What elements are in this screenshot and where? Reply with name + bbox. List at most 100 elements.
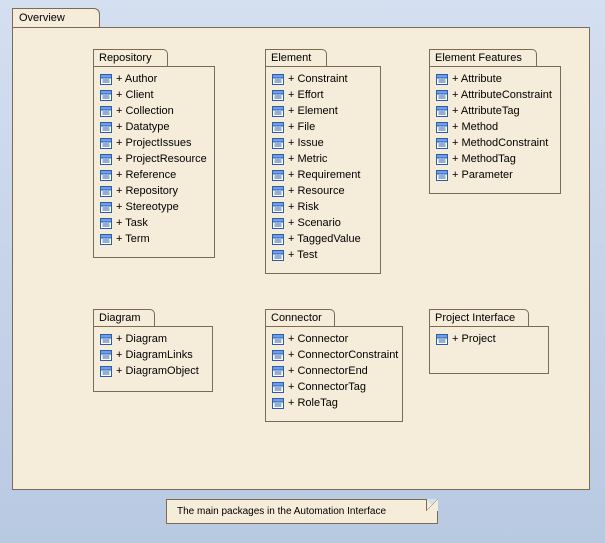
class-label: + TaggedValue <box>288 233 361 245</box>
class-icon <box>272 350 284 361</box>
class-label: + Method <box>452 121 498 133</box>
class-icon <box>272 218 284 229</box>
class-item: + Issue <box>272 135 374 151</box>
class-icon <box>272 398 284 409</box>
class-label: + ProjectIssues <box>116 137 192 149</box>
class-icon <box>272 250 284 261</box>
class-label: + Constraint <box>288 73 348 85</box>
class-label: + MethodConstraint <box>452 137 548 149</box>
class-label: + Stereotype <box>116 201 179 213</box>
class-item: + Repository <box>100 183 208 199</box>
class-label: + File <box>288 121 315 133</box>
overview-tab: Overview <box>12 8 100 28</box>
class-icon <box>100 154 112 165</box>
class-item: + Effort <box>272 87 374 103</box>
class-icon <box>100 218 112 229</box>
class-icon <box>272 202 284 213</box>
class-item: + Scenario <box>272 215 374 231</box>
package-tab-project-interface: Project Interface <box>429 309 529 327</box>
class-icon <box>272 74 284 85</box>
class-icon <box>100 90 112 101</box>
class-item: + ConnectorEnd <box>272 363 396 379</box>
class-item: + Method <box>436 119 554 135</box>
class-label: + MethodTag <box>452 153 516 165</box>
class-label: + DiagramLinks <box>116 349 193 361</box>
class-item: + Attribute <box>436 71 554 87</box>
class-item: + Task <box>100 215 208 231</box>
class-label: + Parameter <box>452 169 513 181</box>
class-item: + AttributeTag <box>436 103 554 119</box>
class-item: + Resource <box>272 183 374 199</box>
class-icon <box>100 138 112 149</box>
overview-panel: Overview Repository + Author + Client + … <box>12 8 590 490</box>
class-icon <box>100 122 112 133</box>
class-icon <box>272 234 284 245</box>
class-icon <box>100 234 112 245</box>
class-label: + AttributeTag <box>452 105 520 117</box>
package-body-diagram: + Diagram + DiagramLinks + DiagramObject <box>93 326 213 392</box>
class-icon <box>272 186 284 197</box>
class-item: + ConnectorTag <box>272 379 396 395</box>
class-item: + AttributeConstraint <box>436 87 554 103</box>
class-label: + Collection <box>116 105 174 117</box>
class-icon <box>272 138 284 149</box>
package-tab-element-features: Element Features <box>429 49 537 67</box>
class-label: + Test <box>288 249 317 261</box>
class-icon <box>100 170 112 181</box>
class-icon <box>100 334 112 345</box>
class-label: + Author <box>116 73 157 85</box>
class-label: + Connector <box>288 333 348 345</box>
class-item: + TaggedValue <box>272 231 374 247</box>
note-dogear <box>426 499 438 511</box>
class-icon <box>100 186 112 197</box>
class-item: + Project <box>436 331 542 347</box>
package-tab-repository: Repository <box>93 49 168 67</box>
package-title: Element <box>271 52 311 64</box>
class-icon <box>436 122 448 133</box>
class-item: + Constraint <box>272 71 374 87</box>
class-label: + Repository <box>116 185 178 197</box>
class-item: + Term <box>100 231 208 247</box>
package-body-repository: + Author + Client + Collection + Datatyp… <box>93 66 215 258</box>
class-item: + DiagramObject <box>100 363 206 379</box>
class-icon <box>272 154 284 165</box>
class-label: + ConnectorConstraint <box>288 349 398 361</box>
class-item: + Collection <box>100 103 208 119</box>
class-label: + ConnectorEnd <box>288 365 368 377</box>
diagram-note: The main packages in the Automation Inte… <box>166 499 438 524</box>
class-label: + Attribute <box>452 73 502 85</box>
class-icon <box>272 106 284 117</box>
class-item: + MethodTag <box>436 151 554 167</box>
package-title: Project Interface <box>435 312 515 324</box>
class-icon <box>436 74 448 85</box>
class-label: + AttributeConstraint <box>452 89 552 101</box>
overview-body: Repository + Author + Client + Collectio… <box>12 27 590 490</box>
class-item: + Reference <box>100 167 208 183</box>
class-label: + ProjectResource <box>116 153 207 165</box>
class-item: + Client <box>100 87 208 103</box>
class-item: + Element <box>272 103 374 119</box>
class-label: + Diagram <box>116 333 167 345</box>
class-label: + Reference <box>116 169 176 181</box>
class-label: + RoleTag <box>288 397 338 409</box>
class-icon <box>272 122 284 133</box>
class-item: + Risk <box>272 199 374 215</box>
class-icon <box>436 90 448 101</box>
class-label: + Metric <box>288 153 327 165</box>
package-body-element-features: + Attribute + AttributeConstraint + Attr… <box>429 66 561 194</box>
class-icon <box>436 154 448 165</box>
class-item: + File <box>272 119 374 135</box>
package-title: Element Features <box>435 52 522 64</box>
class-label: + Resource <box>288 185 345 197</box>
class-item: + MethodConstraint <box>436 135 554 151</box>
class-label: + Requirement <box>288 169 360 181</box>
class-icon <box>100 74 112 85</box>
class-icon <box>100 106 112 117</box>
package-title: Repository <box>99 52 152 64</box>
class-item: + Requirement <box>272 167 374 183</box>
note-text: The main packages in the Automation Inte… <box>177 506 386 517</box>
class-icon <box>436 170 448 181</box>
class-label: + Client <box>116 89 154 101</box>
package-body-project-interface: + Project <box>429 326 549 374</box>
class-item: + RoleTag <box>272 395 396 411</box>
